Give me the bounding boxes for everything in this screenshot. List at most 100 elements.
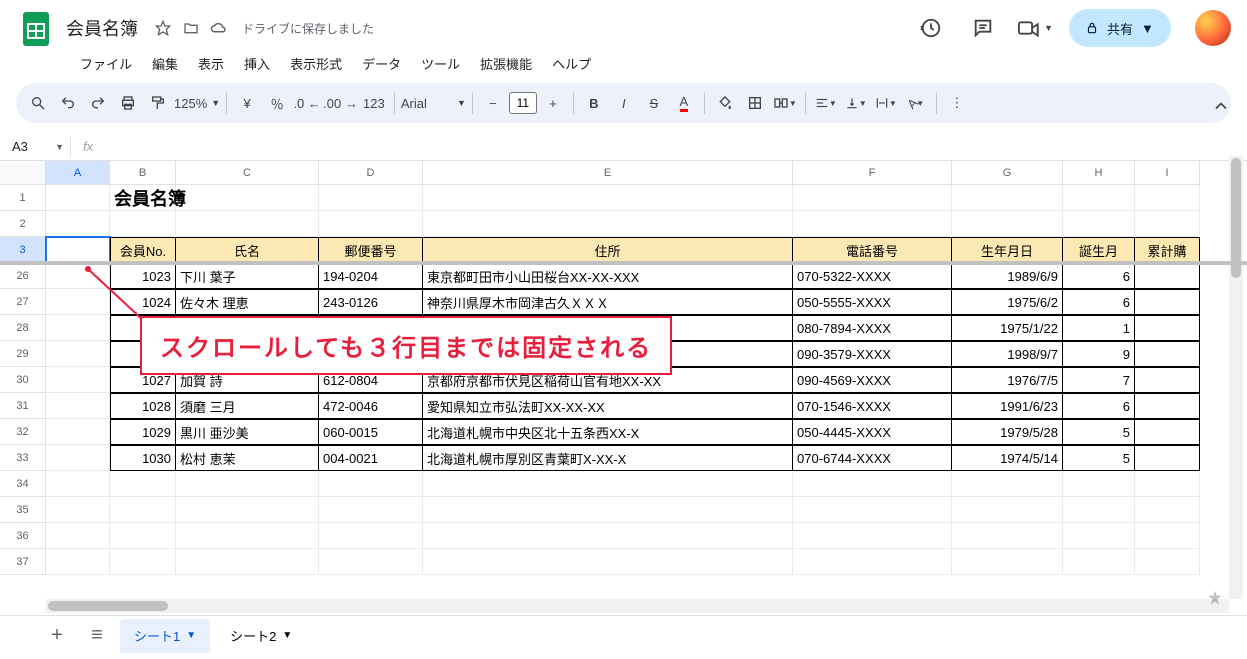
cell[interactable] <box>952 471 1063 497</box>
cell[interactable] <box>423 523 793 549</box>
cell[interactable] <box>46 523 110 549</box>
row-header-36[interactable]: 36 <box>0 523 46 549</box>
doc-title[interactable]: 会員名簿 <box>60 13 144 43</box>
vertical-scrollbar[interactable] <box>1229 156 1243 599</box>
cell[interactable]: 090-4569-XXXX <box>793 367 952 393</box>
font-size-decrease[interactable]: − <box>479 89 507 117</box>
row-header-3[interactable]: 3 <box>0 237 46 263</box>
zoom-select[interactable]: 125% ▼ <box>174 96 220 111</box>
col-header-G[interactable]: G <box>952 161 1063 185</box>
menu-view[interactable]: 表示 <box>190 50 232 77</box>
sheet-tab-1[interactable]: シート1▼ <box>120 619 210 653</box>
cell[interactable] <box>46 237 110 263</box>
comment-icon[interactable] <box>965 10 1001 46</box>
cell[interactable]: 累計購 <box>1135 237 1200 263</box>
cell[interactable] <box>1135 523 1200 549</box>
row-header-34[interactable]: 34 <box>0 471 46 497</box>
menu-extensions[interactable]: 拡張機能 <box>472 50 540 77</box>
more-formats[interactable]: 123 <box>360 89 388 117</box>
cell[interactable] <box>176 549 319 575</box>
history-icon[interactable] <box>913 10 949 46</box>
spreadsheet-grid[interactable]: ABCDEFGHI 123262728293031323334353637 会員… <box>0 161 1247 591</box>
horizontal-scrollbar[interactable] <box>46 599 1229 613</box>
cell[interactable]: 誕生月 <box>1063 237 1135 263</box>
cell[interactable] <box>1063 211 1135 237</box>
cell[interactable] <box>952 211 1063 237</box>
col-header-C[interactable]: C <box>176 161 319 185</box>
cell[interactable] <box>1135 419 1200 445</box>
row-header-33[interactable]: 33 <box>0 445 46 471</box>
wrap-icon[interactable]: ▼ <box>872 89 900 117</box>
formula-bar[interactable] <box>101 139 1243 154</box>
all-sheets-button[interactable]: ≡ <box>80 619 114 653</box>
cell[interactable]: 9 <box>1063 341 1135 367</box>
row-header-26[interactable]: 26 <box>0 263 46 289</box>
menu-data[interactable]: データ <box>354 50 409 77</box>
cell[interactable] <box>793 211 952 237</box>
cell[interactable]: 1 <box>1063 315 1135 341</box>
cell[interactable] <box>319 211 423 237</box>
cell[interactable] <box>423 471 793 497</box>
cell[interactable] <box>1135 549 1200 575</box>
cell[interactable]: 1975/6/2 <box>952 289 1063 315</box>
cell[interactable]: 080-7894-XXXX <box>793 315 952 341</box>
cell[interactable] <box>319 549 423 575</box>
cell[interactable]: 1991/6/23 <box>952 393 1063 419</box>
cell[interactable]: 1974/5/14 <box>952 445 1063 471</box>
col-header-B[interactable]: B <box>110 161 176 185</box>
cell[interactable]: 7 <box>1063 367 1135 393</box>
cell[interactable]: 090-3579-XXXX <box>793 341 952 367</box>
cell[interactable] <box>46 393 110 419</box>
cell[interactable]: 愛知県知立市弘法町XX-XX-XX <box>423 393 793 419</box>
v-align-icon[interactable]: ▼ <box>842 89 870 117</box>
cell[interactable] <box>46 549 110 575</box>
text-color-icon[interactable]: A <box>670 89 698 117</box>
font-family-select[interactable]: Arial ▼ <box>401 96 466 111</box>
cell[interactable]: 生年月日 <box>952 237 1063 263</box>
paint-format-icon[interactable] <box>144 89 172 117</box>
cell[interactable] <box>1063 471 1135 497</box>
strikethrough-icon[interactable]: S <box>640 89 668 117</box>
cell[interactable]: 243-0126 <box>319 289 423 315</box>
cell[interactable] <box>46 419 110 445</box>
col-header-A[interactable]: A <box>46 161 110 185</box>
star-icon[interactable] <box>154 19 172 37</box>
cell[interactable]: 北海道札幌市中央区北十五条西XX-X <box>423 419 793 445</box>
cell[interactable] <box>176 185 319 211</box>
cell[interactable]: 6 <box>1063 263 1135 289</box>
cell[interactable]: 5 <box>1063 419 1135 445</box>
cell[interactable]: 松村 恵茉 <box>176 445 319 471</box>
cell[interactable]: 住所 <box>423 237 793 263</box>
cell[interactable]: 5 <box>1063 445 1135 471</box>
cell[interactable] <box>176 497 319 523</box>
cell[interactable] <box>1135 289 1200 315</box>
cell[interactable] <box>1135 471 1200 497</box>
cell[interactable] <box>110 211 176 237</box>
format-currency[interactable]: ¥ <box>233 89 261 117</box>
cell[interactable] <box>952 497 1063 523</box>
font-size-increase[interactable]: + <box>539 89 567 117</box>
cell[interactable]: 会員No. <box>110 237 176 263</box>
menu-edit[interactable]: 編集 <box>144 50 186 77</box>
font-size-input[interactable] <box>509 92 537 114</box>
menu-tools[interactable]: ツール <box>413 50 468 77</box>
cell[interactable] <box>423 497 793 523</box>
cell[interactable] <box>319 497 423 523</box>
print-icon[interactable] <box>114 89 142 117</box>
tab-dropdown-icon[interactable]: ▼ <box>282 630 292 641</box>
cell[interactable] <box>46 367 110 393</box>
menu-insert[interactable]: 挿入 <box>236 50 278 77</box>
cell[interactable]: 1028 <box>110 393 176 419</box>
cell[interactable] <box>1135 367 1200 393</box>
cell[interactable]: 472-0046 <box>319 393 423 419</box>
decrease-decimal-icon[interactable]: .0 ← <box>293 89 321 117</box>
cell[interactable]: 会員名簿 <box>110 185 176 211</box>
cell[interactable] <box>952 185 1063 211</box>
cell[interactable] <box>793 549 952 575</box>
cell[interactable]: 050-4445-XXXX <box>793 419 952 445</box>
cell[interactable] <box>423 211 793 237</box>
fill-color-icon[interactable] <box>711 89 739 117</box>
cell[interactable] <box>1135 393 1200 419</box>
cell[interactable] <box>1135 497 1200 523</box>
merge-cells-icon[interactable]: ▼ <box>771 89 799 117</box>
